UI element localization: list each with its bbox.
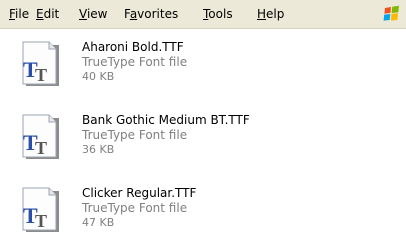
menu-bar: File Edit View Favorites Tools Help <box>0 0 406 29</box>
file-type: TrueType Font file <box>82 201 188 215</box>
menu-edit-label: dit <box>43 7 60 21</box>
file-name: Bank Gothic Medium BT.TTF <box>82 113 250 127</box>
menu-tools-label: ools <box>208 7 233 21</box>
file-name: Aharoni Bold.TTF <box>82 40 184 54</box>
file-item[interactable]: T T Bank Gothic Medium BT.TTF TrueType F… <box>0 113 330 175</box>
menu-help-label: elp <box>266 7 285 21</box>
menu-tools[interactable]: Tools <box>203 5 233 23</box>
menu-help[interactable]: Help <box>257 5 284 23</box>
file-details: Bank Gothic Medium BT.TTF TrueType Font … <box>82 113 250 157</box>
menu-edit[interactable]: Edit <box>36 5 59 23</box>
file-type: TrueType Font file <box>82 55 188 69</box>
svg-text:T: T <box>35 211 47 231</box>
menu-favorites[interactable]: Favorites <box>124 5 178 23</box>
file-item[interactable]: T T Aharoni Bold.TTF TrueType Font file … <box>0 40 330 102</box>
menu-view-mnemonic: V <box>79 7 87 21</box>
file-size: 47 KB <box>82 216 115 229</box>
file-item[interactable]: T T Clicker Regular.TTF TrueType Font fi… <box>0 186 330 248</box>
file-details: Aharoni Bold.TTF TrueType Font file 40 K… <box>82 40 187 84</box>
menu-file[interactable]: File <box>9 5 29 23</box>
menu-edit-mnemonic: E <box>36 7 44 21</box>
truetype-font-icon: T T <box>22 41 59 86</box>
menu-view[interactable]: View <box>79 5 107 23</box>
file-size: 36 KB <box>82 143 115 156</box>
windows-logo-icon <box>383 5 399 21</box>
svg-text:T: T <box>35 65 47 85</box>
svg-text:T: T <box>35 138 47 158</box>
truetype-font-icon: T T <box>22 187 59 232</box>
file-size: 40 KB <box>82 70 115 83</box>
menu-favorites-label: vorites <box>137 7 179 21</box>
file-details: Clicker Regular.TTF TrueType Font file 4… <box>82 186 196 230</box>
menu-file-label: ile <box>15 7 30 21</box>
truetype-font-icon: T T <box>22 114 59 159</box>
file-name: Clicker Regular.TTF <box>82 186 197 200</box>
file-type: TrueType Font file <box>82 128 188 142</box>
menu-view-label: iew <box>86 7 108 21</box>
menu-help-mnemonic: H <box>257 7 267 21</box>
